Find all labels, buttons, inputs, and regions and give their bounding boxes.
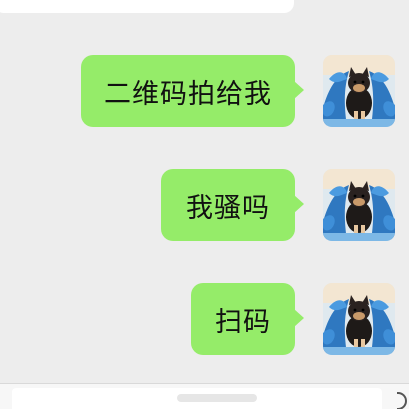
avatar[interactable] xyxy=(323,55,395,127)
shiba-inu-avatar-icon xyxy=(323,169,395,241)
voice-icon[interactable] xyxy=(397,392,407,409)
message-bubble[interactable]: 我骚吗 xyxy=(161,169,304,241)
message-text: 扫码 xyxy=(215,306,271,338)
message-input[interactable] xyxy=(12,388,382,409)
shiba-inu-avatar-icon xyxy=(323,283,395,355)
message-row: 我骚吗 xyxy=(161,169,395,241)
avatar[interactable] xyxy=(323,169,395,241)
message-bubble[interactable]: 二维码拍给我 xyxy=(81,55,304,127)
message-row: 扫码 xyxy=(191,283,395,355)
input-bar xyxy=(0,383,409,409)
message-bubble[interactable]: 扫码 xyxy=(191,283,304,355)
avatar[interactable] xyxy=(323,283,395,355)
chat-window: 二维码拍给我 我骚吗 扫码 xyxy=(0,0,409,409)
message-row: 二维码拍给我 xyxy=(81,55,395,127)
message-text: 二维码拍给我 xyxy=(104,78,272,110)
shiba-inu-avatar-icon xyxy=(323,55,395,127)
previous-message-bubble[interactable] xyxy=(0,0,294,13)
input-hint-placeholder xyxy=(177,394,257,402)
message-text: 我骚吗 xyxy=(186,192,270,224)
